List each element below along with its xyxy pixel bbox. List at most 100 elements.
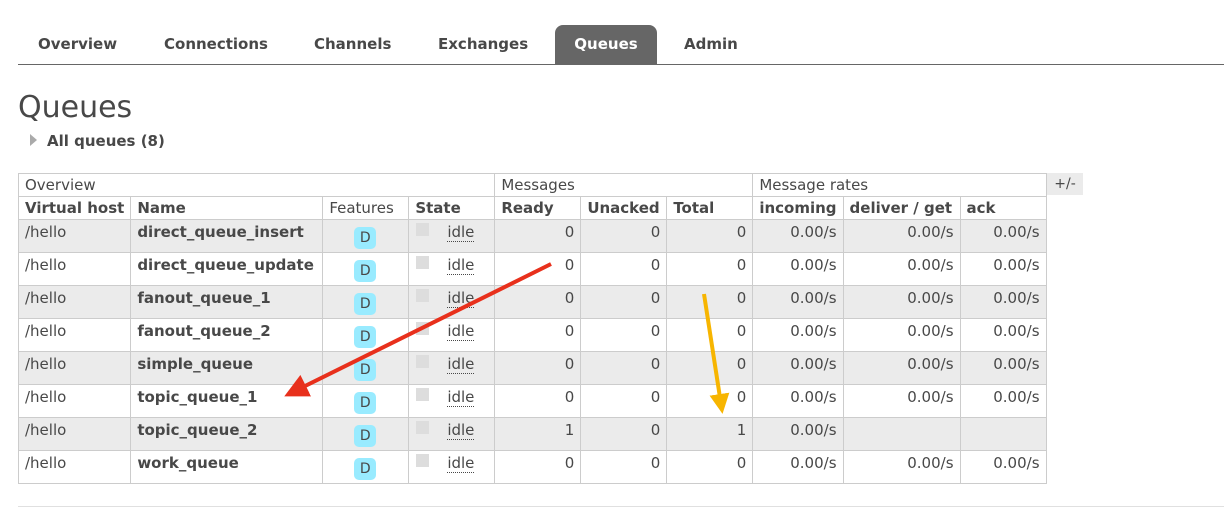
cell-total: 0 [666,318,754,352]
cell-state: idle [408,219,496,253]
group-header-message-rates: Message rates [752,173,1047,197]
durable-badge: D [354,392,377,414]
cell-total: 0 [666,285,754,319]
tab-admin[interactable]: Admin [684,25,738,64]
cell-deliver-get: 0.00/s [842,351,961,385]
table-row[interactable]: /hello topic_queue_1 Didle 0 0 0 0.00/s 0.00/s 0… [17,384,1047,418]
queue-name-link[interactable]: fanout_queue_1 [130,285,324,319]
cell-vhost: /hello [17,384,132,418]
cell-ack: 0.00/s [959,351,1047,385]
cell-vhost: /hello [17,351,132,385]
state-indicator-icon [416,322,430,335]
cell-deliver-get: 0.00/s [842,252,961,286]
queue-name-link[interactable]: simple_queue [130,351,324,385]
cell-ack [959,417,1047,451]
col-virtual-host[interactable]: Virtual host [17,196,132,220]
queue-name-link[interactable]: work_queue [130,450,324,484]
table-row[interactable]: /hello fanout_queue_2 Didle 0 0 0 0.00/s 0.00/s… [17,318,1047,352]
tab-channels[interactable]: Channels [314,25,391,64]
queue-name-link[interactable]: fanout_queue_2 [130,318,324,352]
durable-badge: D [354,227,377,249]
all-queues-toggle[interactable]: All queues (8) [30,132,165,150]
cell-deliver-get [842,417,961,451]
queue-name-link[interactable]: topic_queue_1 [130,384,324,418]
state-indicator-icon [416,388,430,401]
cell-total: 0 [666,384,754,418]
col-features: Features [322,196,410,220]
cell-features: D [322,252,410,286]
table-row[interactable]: /hello work_queue Didle 0 0 0 0.00/s 0.00/s 0.00… [17,450,1047,484]
table-row[interactable]: /hello topic_queue_2 Didle 1 0 1 0.00/s [17,417,1047,451]
cell-total: 0 [666,219,754,253]
cell-features: D [322,219,410,253]
cell-ack: 0.00/s [959,219,1047,253]
cell-vhost: /hello [17,219,132,253]
cell-state: idle [408,417,496,451]
state-label: idle [447,289,475,308]
cell-incoming: 0.00/s [752,384,844,418]
cell-ready: 0 [494,351,582,385]
cell-vhost: /hello [17,285,132,319]
state-indicator-icon [416,421,430,434]
page-title: Queues [18,90,133,125]
expand-triangle-icon [30,133,37,146]
col-ack[interactable]: ack [959,196,1047,220]
col-unacked[interactable]: Unacked [580,196,668,220]
cell-ack: 0.00/s [959,318,1047,352]
table-row[interactable]: /hello simple_queue Didle 0 0 0 0.00/s 0.00/s 0.… [17,351,1047,385]
table-row[interactable]: /hello direct_queue_update Didle 0 0 0 0.00/s 0… [17,252,1047,286]
cell-ready: 0 [494,384,582,418]
cell-ack: 0.00/s [959,384,1047,418]
state-label: idle [447,454,475,473]
state-label: idle [447,256,475,275]
state-label: idle [447,388,475,407]
table-row[interactable]: /hello fanout_queue_1 Didle 0 0 0 0.00/s 0.00/s… [17,285,1047,319]
cell-incoming: 0.00/s [752,351,844,385]
cell-features: D [322,417,410,451]
tab-queues[interactable]: Queues [555,25,657,64]
cell-ack: 0.00/s [959,285,1047,319]
state-label: idle [447,421,475,440]
cell-incoming: 0.00/s [752,318,844,352]
cell-total: 0 [666,351,754,385]
cell-unacked: 0 [580,417,668,451]
cell-ready: 0 [494,450,582,484]
cell-ready: 0 [494,219,582,253]
state-indicator-icon [416,256,430,269]
queue-name-link[interactable]: direct_queue_insert [130,219,324,253]
state-indicator-icon [416,454,430,467]
durable-badge: D [354,293,377,315]
group-header-overview: Overview [17,173,496,197]
cell-features: D [322,384,410,418]
column-toggle-button[interactable]: +/- [1047,173,1083,195]
tab-overview[interactable]: Overview [38,25,117,64]
col-name[interactable]: Name [130,196,324,220]
tab-exchanges[interactable]: Exchanges [438,25,528,64]
queue-name-link[interactable]: direct_queue_update [130,252,324,286]
cell-unacked: 0 [580,252,668,286]
cell-unacked: 0 [580,351,668,385]
col-ready[interactable]: Ready [494,196,582,220]
state-indicator-icon [416,355,430,368]
cell-ready: 0 [494,285,582,319]
cell-vhost: /hello [17,252,132,286]
col-incoming[interactable]: incoming [752,196,844,220]
cell-incoming: 0.00/s [752,450,844,484]
queue-name-link[interactable]: topic_queue_2 [130,417,324,451]
cell-vhost: /hello [17,417,132,451]
cell-deliver-get: 0.00/s [842,450,961,484]
cell-unacked: 0 [580,285,668,319]
col-deliver-get[interactable]: deliver / get [842,196,961,220]
table-row[interactable]: /hello direct_queue_insert Didle 0 0 0 0.00/s 0… [17,219,1047,253]
durable-badge: D [354,359,377,381]
durable-badge: D [354,260,377,282]
cell-deliver-get: 0.00/s [842,384,961,418]
col-total[interactable]: Total [666,196,754,220]
tab-connections[interactable]: Connections [164,25,268,64]
cell-state: idle [408,252,496,286]
col-state[interactable]: State [408,196,496,220]
divider [18,506,1224,507]
cell-state: idle [408,285,496,319]
cell-state: idle [408,450,496,484]
cell-features: D [322,351,410,385]
